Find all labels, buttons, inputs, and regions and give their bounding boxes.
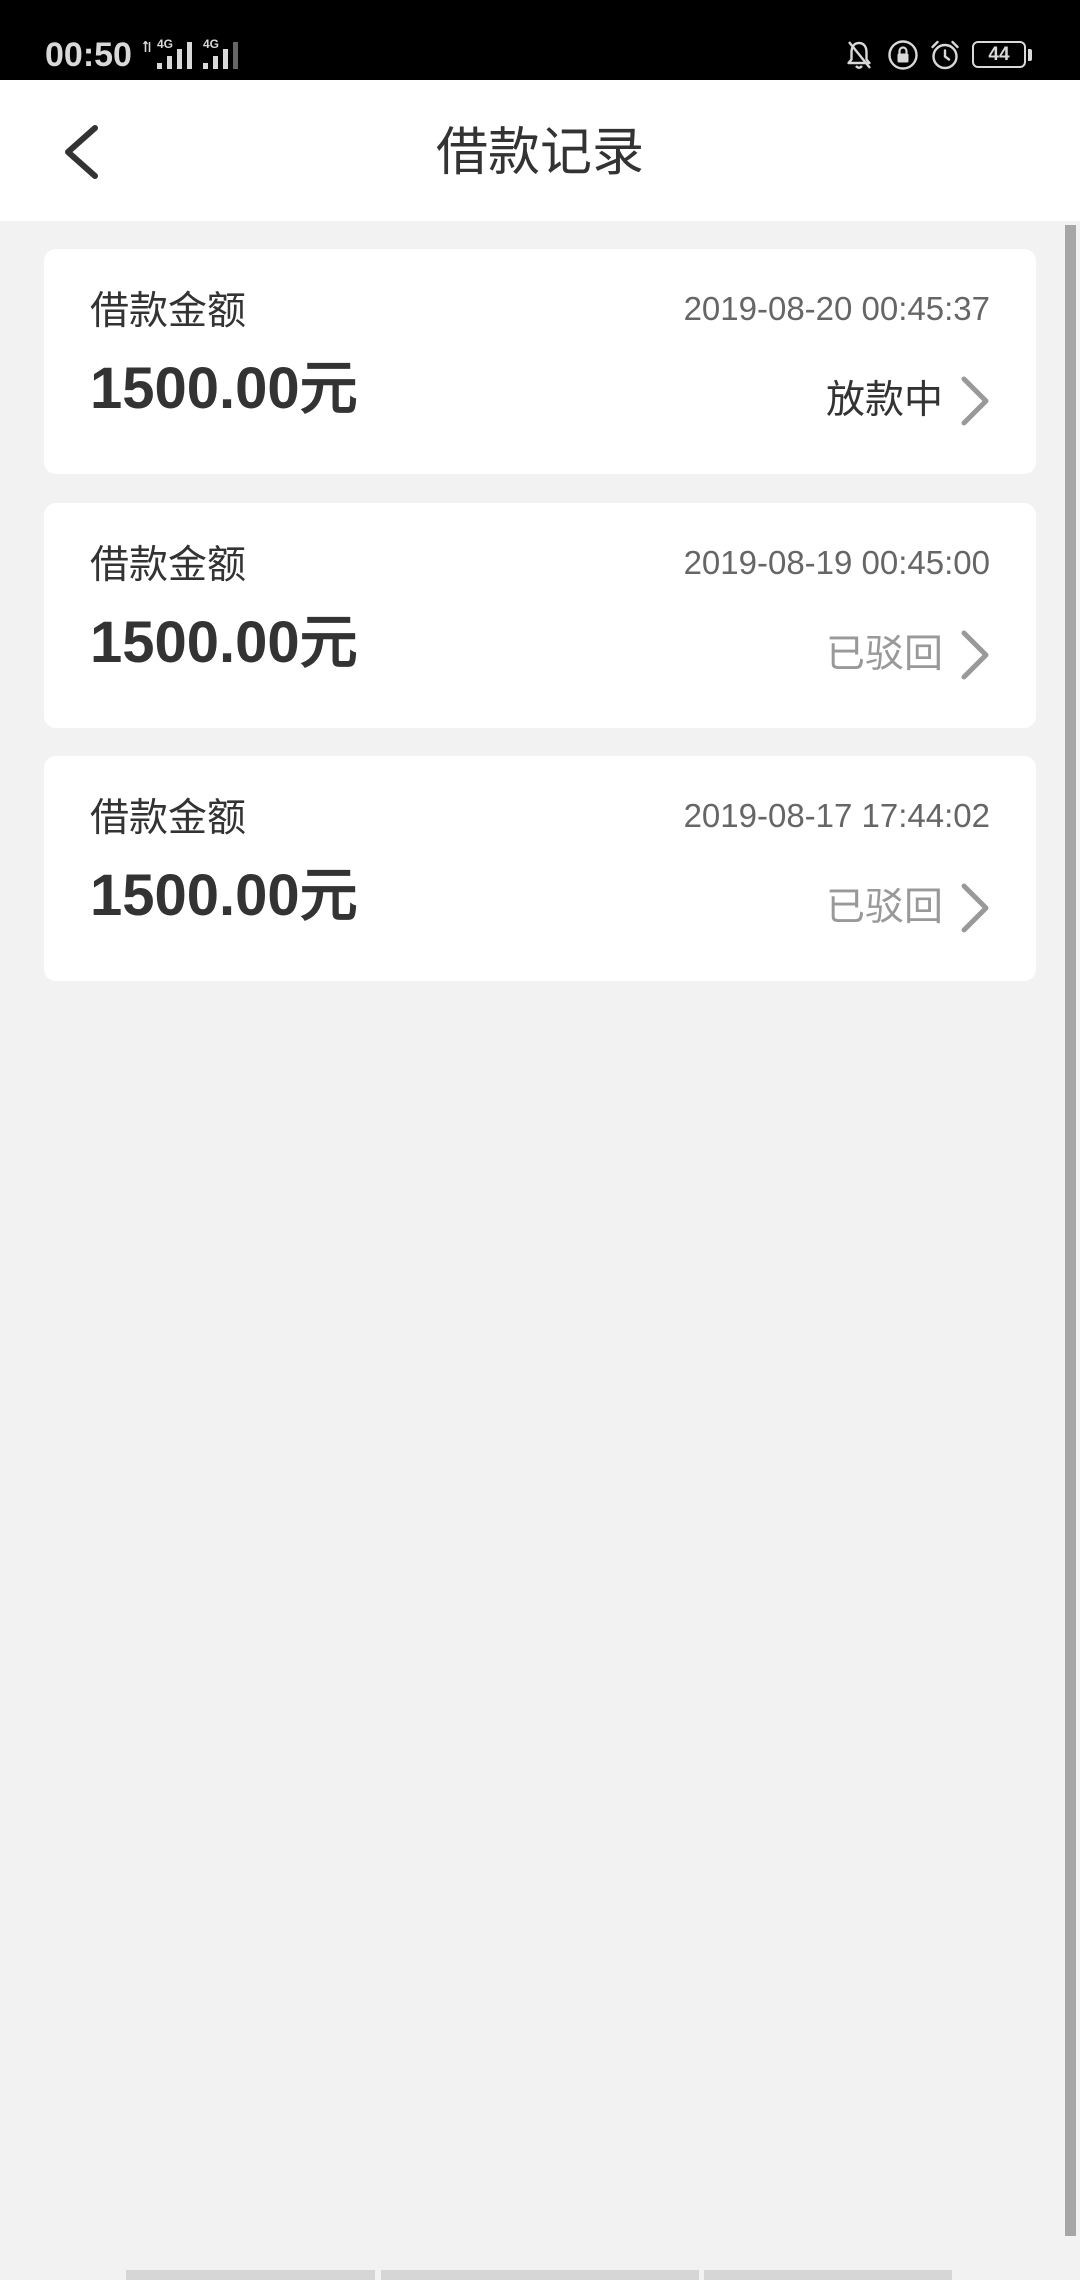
network-type-label: 4G [203, 37, 220, 51]
loan-record-card[interactable]: 借款金额 2019-08-19 00:45:00 1500.00元 已驳回 [44, 503, 1036, 728]
loan-record-card[interactable]: 借款金额 2019-08-17 17:44:02 1500.00元 已驳回 [44, 756, 1036, 981]
chevron-right-icon [960, 883, 990, 933]
loan-amount-label: 借款金额 [90, 543, 247, 588]
header: 借款记录 [0, 80, 1080, 221]
page-title: 借款记录 [435, 123, 644, 183]
status-time: 00:50 [45, 36, 132, 74]
loan-amount-value: 1500.00元 [90, 610, 358, 675]
signal-icon: 4G [156, 37, 196, 69]
loan-record-card[interactable]: 借款金额 2019-08-20 00:45:37 1500.00元 放款中 [44, 249, 1036, 474]
data-activity-icon [143, 41, 152, 53]
bottom-bar-segment [704, 2270, 952, 2280]
loan-amount-value: 1500.00元 [90, 863, 358, 928]
chevron-right-icon [960, 630, 990, 680]
loan-amount-value: 1500.00元 [90, 356, 358, 421]
loan-datetime: 2019-08-17 17:44:02 [683, 797, 990, 834]
lock-icon [887, 39, 919, 71]
loan-amount-label: 借款金额 [90, 796, 247, 841]
battery-icon: 44 [972, 41, 1032, 69]
network-type-label: 4G [157, 37, 174, 51]
bottom-bar-segment [381, 2270, 699, 2280]
loan-datetime: 2019-08-19 00:45:00 [683, 544, 990, 581]
signal-icon: 4G [202, 37, 242, 69]
loan-status: 放款中 [825, 378, 943, 423]
bell-off-icon [843, 39, 875, 71]
chevron-right-icon [960, 376, 990, 426]
status-bar: 00:50 4G 4G 44 [0, 0, 1080, 80]
scrollbar[interactable] [1065, 225, 1076, 2236]
battery-nub [1028, 49, 1032, 61]
alarm-icon [929, 39, 961, 71]
bottom-bar-segment [126, 2270, 375, 2280]
loan-status: 已驳回 [825, 632, 943, 677]
loan-datetime: 2019-08-20 00:45:37 [683, 290, 990, 327]
loan-amount-label: 借款金额 [90, 289, 247, 334]
battery-level: 44 [972, 41, 1026, 68]
loan-status: 已驳回 [825, 885, 943, 930]
